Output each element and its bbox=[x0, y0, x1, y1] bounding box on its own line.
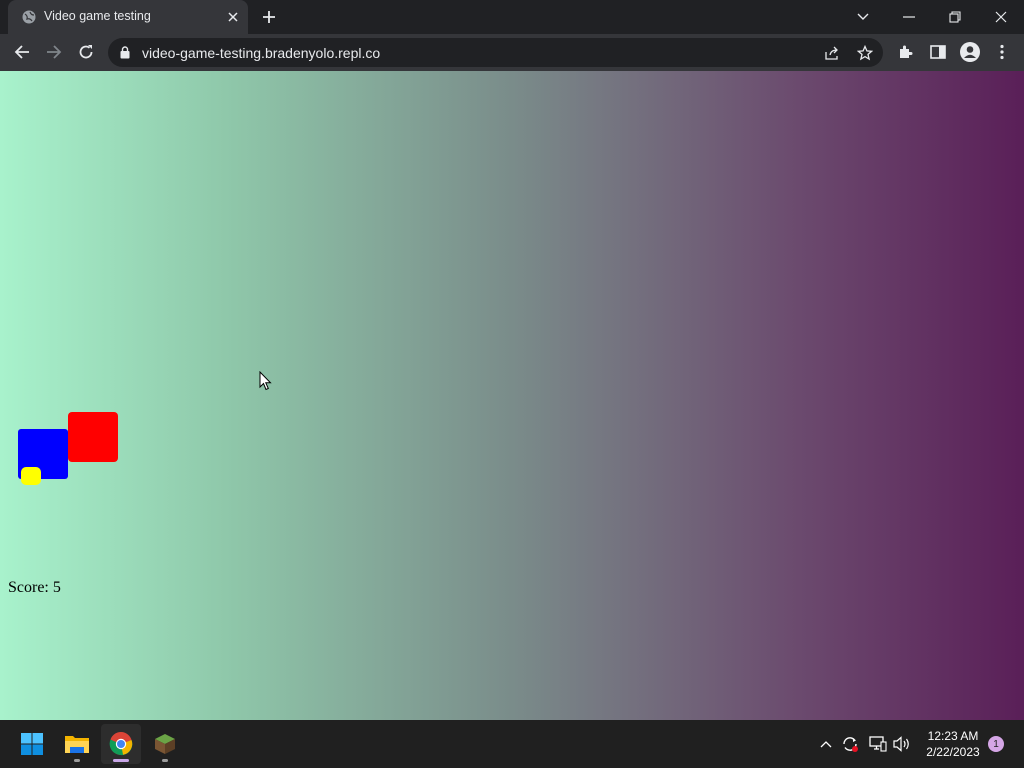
game-canvas[interactable]: Score: 5 bbox=[0, 71, 1024, 720]
lock-icon[interactable] bbox=[120, 46, 130, 59]
browser-toolbar: video-game-testing.bradenyolo.repl.co bbox=[0, 34, 1024, 71]
taskbar: 12:23 AM 2/22/2023 bbox=[0, 720, 1024, 768]
notification-badge[interactable]: 1 bbox=[988, 736, 1004, 752]
url-text[interactable]: video-game-testing.bradenyolo.repl.co bbox=[142, 45, 380, 61]
minecraft-icon[interactable] bbox=[145, 724, 185, 764]
address-bar[interactable]: video-game-testing.bradenyolo.repl.co bbox=[108, 38, 883, 67]
side-panel-icon[interactable] bbox=[924, 38, 952, 66]
mouse-cursor-icon bbox=[259, 371, 272, 391]
clock-date: 2/22/2023 bbox=[926, 745, 980, 759]
more-menu-icon[interactable] bbox=[988, 38, 1016, 66]
clock-time: 12:23 AM bbox=[927, 729, 979, 743]
network-icon[interactable] bbox=[868, 734, 888, 754]
forward-button[interactable] bbox=[40, 38, 68, 66]
new-tab-button[interactable] bbox=[259, 7, 279, 27]
close-window-button[interactable] bbox=[978, 0, 1024, 34]
tab-search-icon[interactable] bbox=[840, 0, 886, 34]
chrome-icon[interactable] bbox=[101, 724, 141, 764]
restore-button[interactable] bbox=[932, 0, 978, 34]
chevron-up-icon[interactable] bbox=[816, 734, 836, 754]
app-indicator bbox=[162, 759, 168, 762]
browser-tab[interactable]: Video game testing bbox=[8, 0, 248, 34]
enemy-square bbox=[68, 412, 118, 462]
close-tab-icon[interactable] bbox=[224, 8, 242, 26]
start-button[interactable] bbox=[12, 724, 52, 764]
globe-icon bbox=[22, 10, 36, 24]
app-indicator bbox=[113, 759, 129, 762]
coin-pickup bbox=[21, 467, 41, 485]
extensions-icon[interactable] bbox=[892, 38, 920, 66]
share-icon[interactable] bbox=[822, 42, 844, 64]
bookmark-star-icon[interactable] bbox=[854, 42, 876, 64]
file-explorer-icon[interactable] bbox=[57, 724, 97, 764]
minimize-button[interactable] bbox=[886, 0, 932, 34]
tab-title: Video game testing bbox=[44, 9, 151, 23]
score-text: Score: 5 bbox=[8, 579, 61, 596]
tab-strip: Video game testing bbox=[0, 0, 1024, 34]
system-clock[interactable]: 12:23 AM 2/22/2023 bbox=[918, 728, 988, 760]
volume-icon[interactable] bbox=[892, 734, 912, 754]
profile-avatar[interactable] bbox=[956, 38, 984, 66]
sync-icon[interactable] bbox=[840, 734, 860, 754]
reload-button[interactable] bbox=[72, 38, 100, 66]
app-indicator bbox=[74, 759, 80, 762]
back-button[interactable] bbox=[8, 38, 36, 66]
